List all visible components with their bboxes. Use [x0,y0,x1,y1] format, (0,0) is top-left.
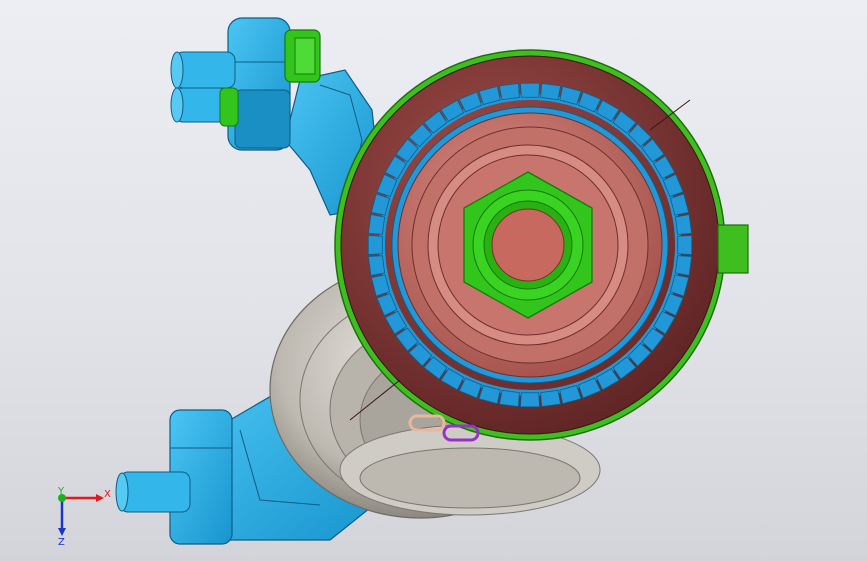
z-axis-arrowhead [58,528,66,536]
tone-ring-tooth [367,255,386,277]
tone-ring-tooth [540,82,562,101]
z-axis-label: Z [58,537,65,548]
tone-ring-tooth [674,213,693,235]
tone-ring-tooth [498,389,520,408]
tone-ring-tooth [674,255,693,277]
lower-mount-boss [115,409,233,545]
cad-model-canvas[interactable]: X Y Z [0,0,867,562]
y-axis-label: Y [57,486,65,497]
coordinate-triad[interactable]: X Y Z [57,486,111,548]
tone-ring-tooth [520,392,540,408]
tone-ring-tooth [540,389,562,408]
3d-viewport[interactable]: X Y Z [0,0,867,562]
tone-ring-tooth [520,82,540,98]
tone-ring-tooth [367,213,386,235]
x-axis-label: X [104,489,111,500]
upper-mount-boss [170,17,291,151]
tone-ring-tooth [498,82,520,101]
x-axis-arrowhead [96,494,104,502]
tone-ring-tooth [677,235,693,255]
tone-ring-tooth [367,235,383,255]
